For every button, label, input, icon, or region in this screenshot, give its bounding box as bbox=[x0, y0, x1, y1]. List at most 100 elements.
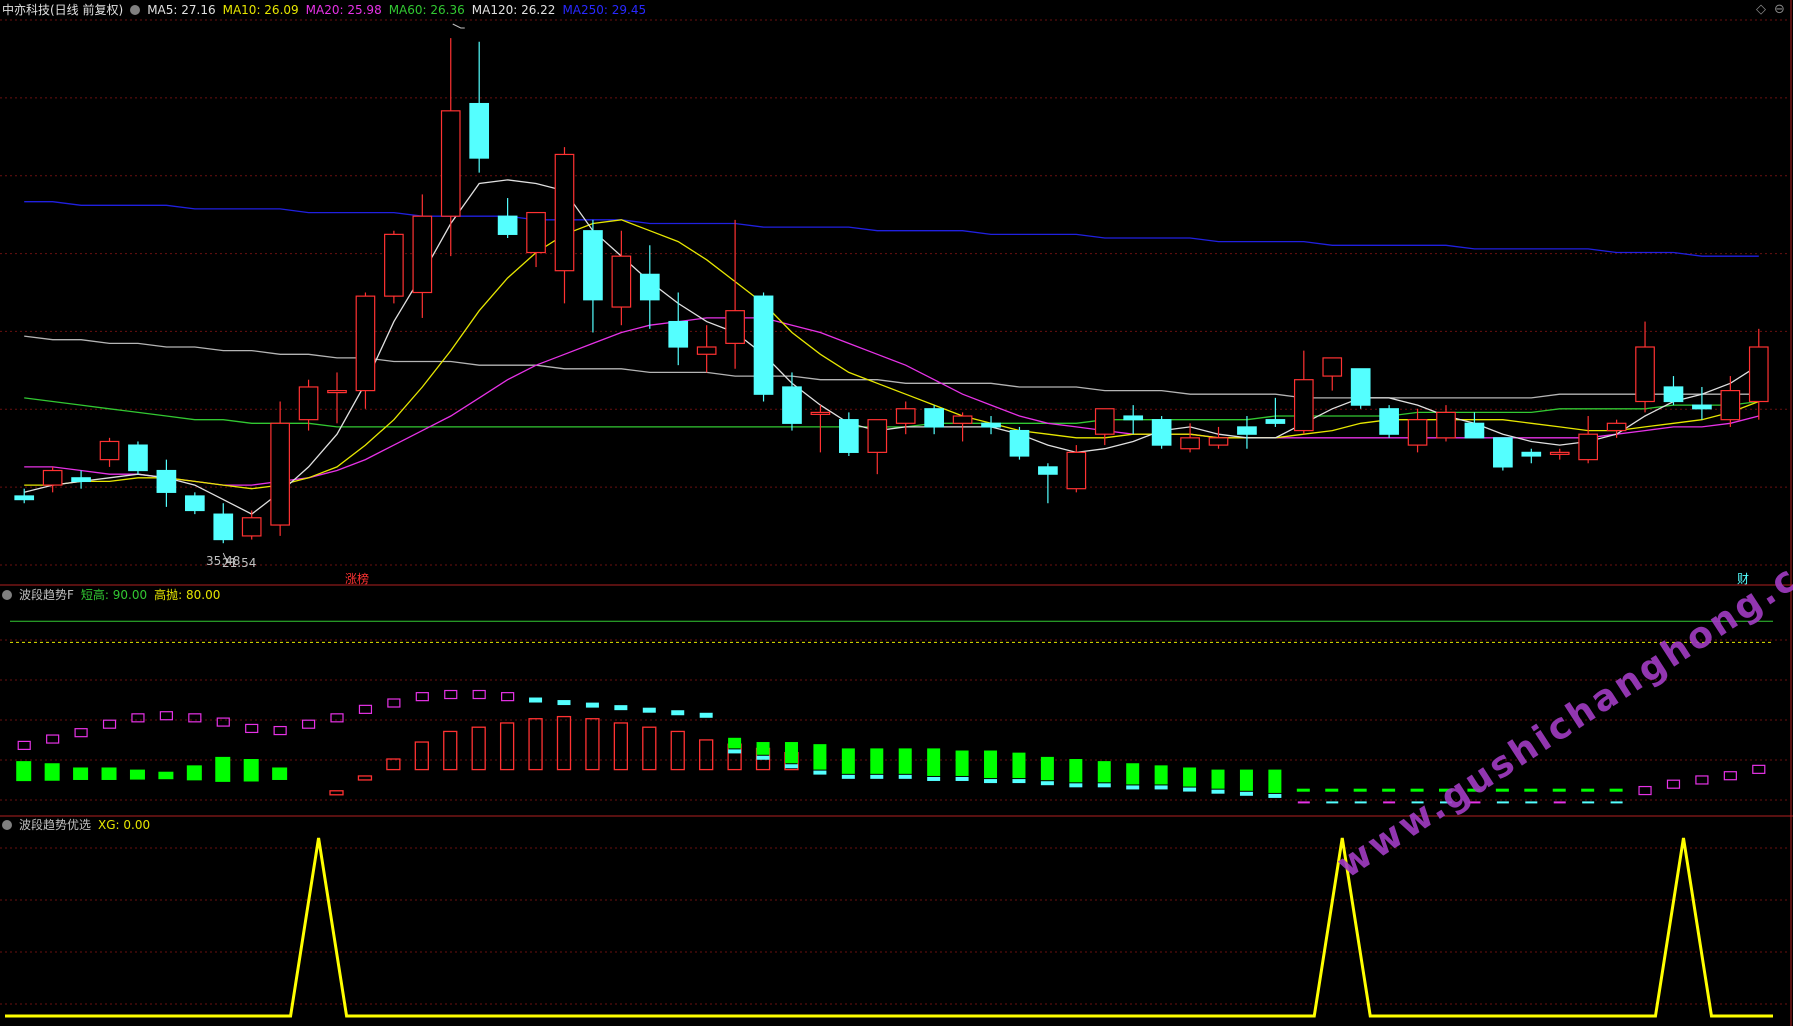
candle-body bbox=[1635, 346, 1655, 403]
indicator-bar bbox=[841, 748, 855, 774]
ma5-label: MA5: 27.16 bbox=[147, 3, 216, 17]
candle-body bbox=[753, 295, 774, 395]
candle-body bbox=[839, 419, 859, 453]
chart-canvas bbox=[0, 0, 1793, 1026]
indicator-bar bbox=[1382, 788, 1396, 792]
ma10-label: MA10: 26.09 bbox=[222, 3, 299, 17]
candle-body bbox=[810, 411, 831, 415]
indicator-red-bar bbox=[357, 775, 373, 781]
indicator-bar bbox=[1097, 761, 1111, 783]
indicator-red-bar bbox=[528, 718, 543, 771]
low-price-label: 21.54 bbox=[222, 556, 257, 570]
indicator-box bbox=[1723, 771, 1737, 781]
indicator-bar bbox=[813, 744, 827, 770]
indicator-red-bar bbox=[443, 730, 458, 771]
candle-body bbox=[1379, 408, 1399, 435]
indicator-cyan-cap bbox=[557, 700, 571, 706]
settings-icon[interactable] bbox=[130, 4, 141, 15]
candle-body bbox=[725, 310, 745, 344]
indicator-bar bbox=[186, 765, 202, 781]
candle-body bbox=[14, 495, 35, 501]
candle-body bbox=[412, 215, 433, 294]
indicator-bar bbox=[927, 748, 941, 776]
indicator-box bbox=[17, 740, 31, 751]
indicator-red-bar bbox=[670, 730, 685, 771]
candle-body bbox=[1748, 346, 1769, 403]
indicator-cyan-cap bbox=[1040, 781, 1054, 786]
candle-body bbox=[270, 422, 290, 526]
indicator-box bbox=[159, 711, 173, 721]
candle-body bbox=[1322, 357, 1343, 377]
indicator-box bbox=[301, 719, 316, 729]
candle-body bbox=[1237, 426, 1257, 435]
candle-body bbox=[696, 346, 717, 355]
indicator-box bbox=[444, 689, 458, 700]
candle-body bbox=[184, 495, 205, 512]
indicator-red-bar bbox=[585, 718, 600, 771]
high-marker-line bbox=[452, 23, 465, 29]
indicator-cyan-cap bbox=[1069, 783, 1083, 788]
indicator-cyan-cap bbox=[529, 697, 543, 703]
candle-body bbox=[1407, 419, 1428, 446]
indicator-box bbox=[273, 725, 287, 736]
settings-icon[interactable] bbox=[2, 819, 12, 830]
candle-body bbox=[1265, 419, 1286, 424]
indicator-box bbox=[188, 713, 202, 723]
close-icon[interactable]: ⊖ bbox=[1774, 2, 1785, 17]
indicator1-header: 波段趋势F 短高: 90.00 高抛: 80.00 bbox=[2, 586, 227, 604]
indicator-bar bbox=[728, 737, 742, 749]
candle-body bbox=[1663, 386, 1684, 403]
candle-body bbox=[241, 517, 262, 537]
indicator-red-bar bbox=[386, 758, 401, 771]
indicator-bar bbox=[1552, 788, 1566, 792]
indicator-box bbox=[501, 692, 515, 702]
limit-up-tag[interactable]: 涨榜 bbox=[345, 570, 369, 587]
candle-body bbox=[99, 440, 120, 461]
candle-body bbox=[1180, 437, 1200, 450]
indicator-cyan-cap bbox=[1183, 787, 1197, 792]
candle-body bbox=[213, 513, 234, 541]
indicator-cyan-cap bbox=[699, 712, 713, 718]
indicator-dash bbox=[1553, 801, 1566, 804]
candle-body bbox=[867, 419, 888, 453]
settings-icon[interactable] bbox=[2, 589, 12, 600]
indicator-dash bbox=[1383, 801, 1396, 804]
indicator-box bbox=[46, 734, 60, 744]
indicator-dash bbox=[1297, 801, 1310, 804]
candle-body bbox=[384, 233, 404, 297]
ma250-line bbox=[24, 201, 1759, 257]
candle-body bbox=[440, 110, 461, 217]
candle-body bbox=[355, 295, 376, 392]
indicator-bar bbox=[1296, 788, 1310, 792]
indicator-red-bar bbox=[499, 722, 515, 771]
indicator-bar bbox=[1581, 788, 1595, 792]
indicator-dash bbox=[1496, 801, 1509, 804]
indicator-bar bbox=[1069, 759, 1083, 783]
candle-body bbox=[1521, 451, 1542, 457]
indicator-box bbox=[415, 692, 429, 702]
candle-body bbox=[1123, 415, 1144, 421]
indicator-cyan-cap bbox=[756, 755, 770, 760]
indicator-bar bbox=[1126, 763, 1140, 785]
candle-body bbox=[1720, 390, 1741, 421]
indicator-box bbox=[1695, 775, 1709, 785]
indicator-cyan-cap bbox=[927, 776, 941, 781]
candle-body bbox=[1606, 422, 1627, 432]
candle-body bbox=[298, 386, 319, 421]
candle-body bbox=[526, 211, 546, 254]
indicator-cyan-cap bbox=[671, 710, 685, 716]
candle-body bbox=[1350, 368, 1371, 406]
indicator-box bbox=[330, 713, 344, 723]
indicator-cyan-cap bbox=[614, 705, 628, 711]
indicator-red-bar bbox=[556, 715, 572, 771]
indicator-cyan-cap bbox=[870, 774, 884, 779]
indicator-cyan-cap bbox=[1268, 793, 1282, 798]
diamond-icon[interactable]: ◇ bbox=[1756, 2, 1766, 17]
candle-body bbox=[1151, 419, 1172, 446]
indicator-bar bbox=[1609, 788, 1623, 792]
candle-body bbox=[1549, 451, 1570, 455]
indicator-red-bar bbox=[699, 739, 714, 771]
indicator-bar bbox=[784, 742, 798, 764]
indicator-bar bbox=[215, 756, 231, 782]
indicator-cyan-cap bbox=[1154, 785, 1168, 790]
